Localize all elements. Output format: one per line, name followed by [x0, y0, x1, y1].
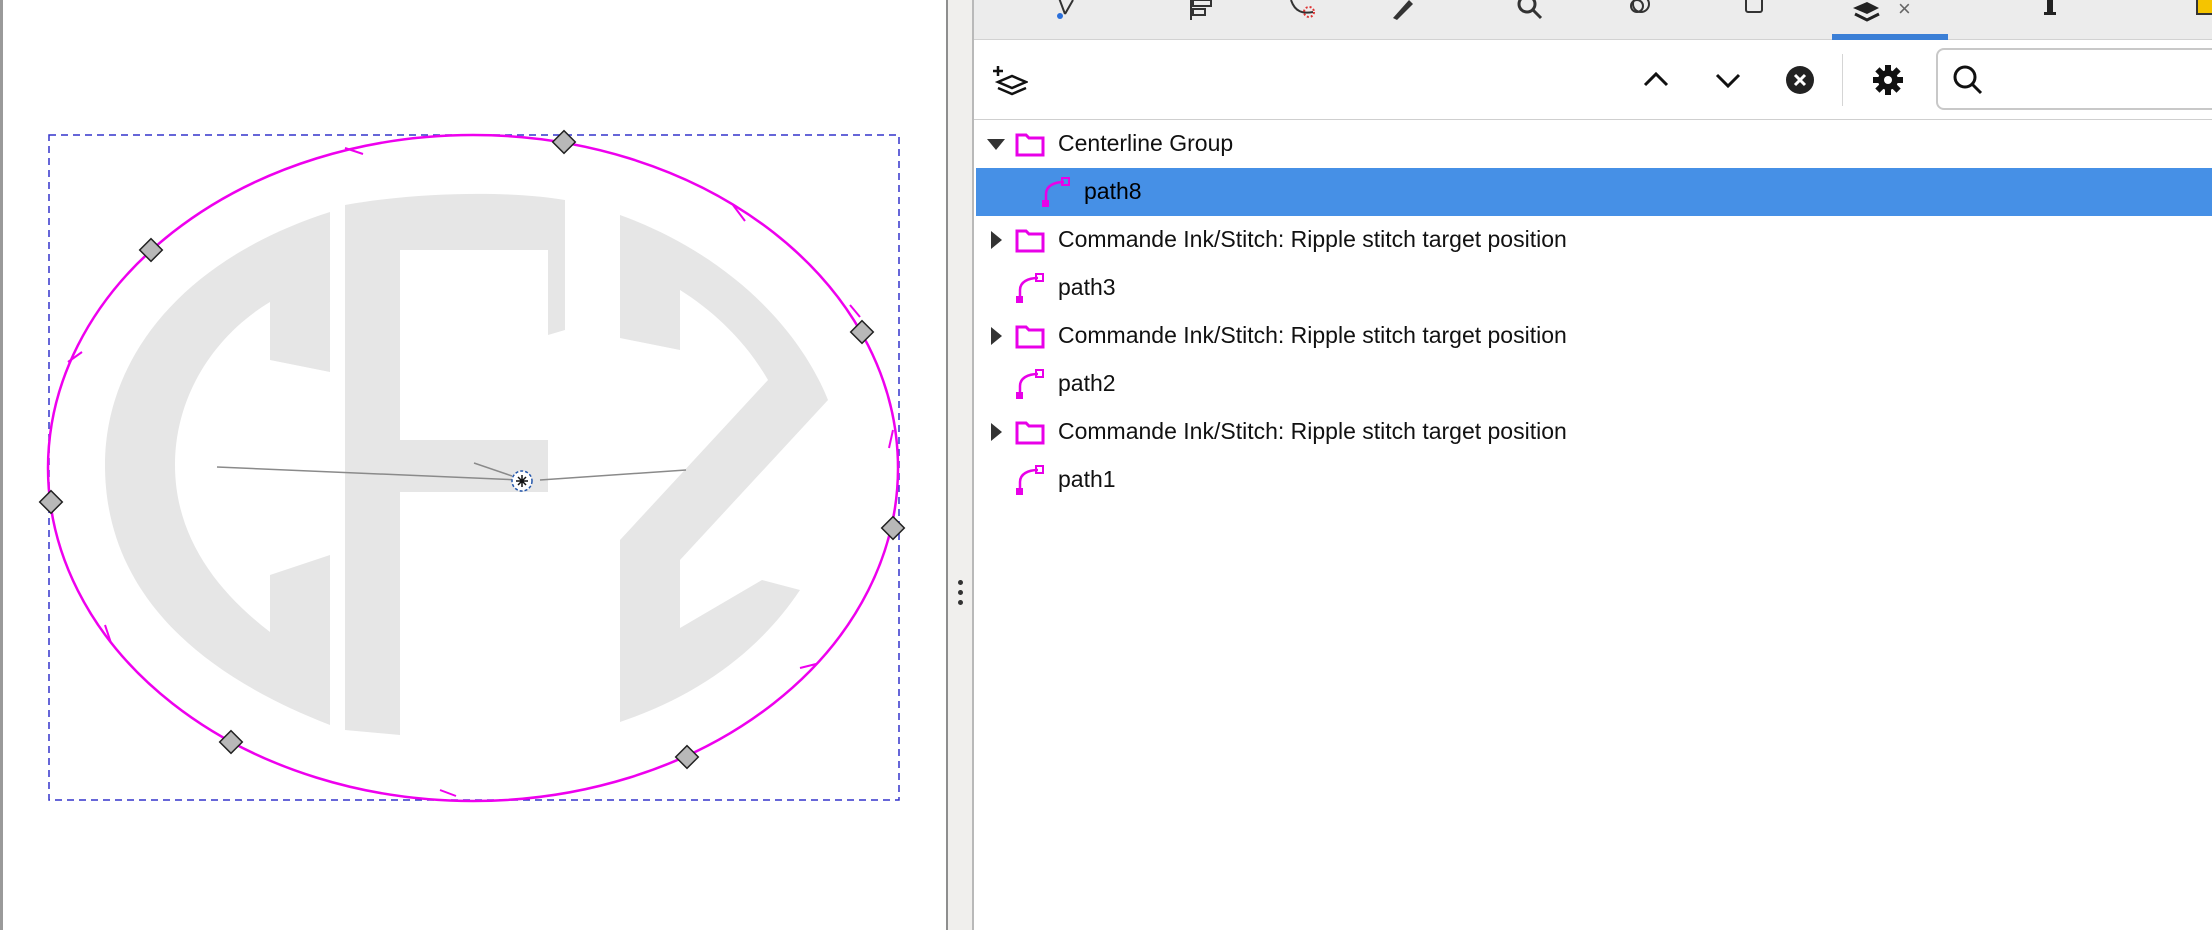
pane-divider[interactable]	[946, 0, 972, 930]
find-replace-icon	[1517, 0, 1543, 20]
tab-path-effects[interactable]	[1272, 0, 1332, 38]
tree-row-label: path1	[1058, 466, 1116, 492]
logo-letter-f	[345, 193, 565, 736]
path-icon	[1016, 465, 1044, 495]
layers-objects-icon	[1853, 2, 1880, 22]
expander-collapsed-icon[interactable]	[984, 324, 1008, 348]
expander-expanded-icon[interactable]	[984, 132, 1008, 156]
tree-row-group[interactable]: Commande Ink/Stitch: Ripple stitch targe…	[976, 312, 2212, 360]
folder-icon	[1015, 421, 1045, 445]
drawing-canvas[interactable]	[0, 0, 946, 930]
search-field[interactable]	[1936, 48, 2212, 110]
node-handle	[551, 129, 577, 155]
path-icon	[1016, 369, 1044, 399]
node-handle	[849, 319, 875, 345]
node-editor-icon	[1057, 0, 1074, 19]
logo-letter-c	[105, 212, 330, 725]
tree-row-path[interactable]: path8	[976, 168, 2212, 216]
tab-align-distribute[interactable]	[1172, 0, 1232, 38]
tree-row-label: Commande Ink/Stitch: Ripple stitch targe…	[1058, 226, 1567, 252]
symbols-icon	[1630, 0, 1650, 13]
toolbar-separator	[1842, 54, 1843, 106]
folder-icon	[1015, 325, 1045, 349]
tab-document-properties[interactable]	[1724, 0, 1784, 38]
path-icon	[1042, 177, 1070, 207]
search-input[interactable]	[1994, 60, 2212, 100]
canvas-drawing[interactable]	[0, 0, 946, 930]
tree-row-label: path2	[1058, 370, 1116, 396]
gear-icon	[1873, 65, 1903, 95]
node-handle	[880, 515, 906, 541]
move-down-button[interactable]	[1706, 58, 1750, 102]
logo-artwork	[105, 193, 828, 736]
tree-row-label: Centerline Group	[1058, 130, 1234, 156]
tab-layers-objects[interactable]: ×	[1832, 0, 1948, 40]
path-icon	[1016, 273, 1044, 303]
tree-row-label: Commande Ink/Stitch: Ripple stitch targe…	[1058, 322, 1567, 348]
export-icon	[2196, 0, 2212, 15]
settings-button[interactable]	[1866, 58, 1910, 102]
add-layer-icon	[993, 66, 1028, 96]
node-handle	[674, 744, 700, 770]
rotation-center-marker	[511, 470, 533, 492]
tree-row-label: path3	[1058, 274, 1116, 300]
tree-row-group[interactable]: Commande Ink/Stitch: Ripple stitch targe…	[976, 408, 2212, 456]
tab-symbols[interactable]	[1610, 0, 1670, 38]
drag-handle-icon[interactable]	[956, 580, 964, 610]
tree-row-path[interactable]: path1	[976, 456, 2212, 504]
chevron-down-icon	[1715, 73, 1741, 89]
expander-collapsed-icon[interactable]	[984, 228, 1008, 252]
folder-icon	[1015, 133, 1045, 157]
folder-icon	[1015, 229, 1045, 253]
tree-row-path[interactable]: path2	[976, 360, 2212, 408]
tab-export[interactable]	[2174, 0, 2212, 38]
expander-collapsed-icon[interactable]	[984, 420, 1008, 444]
tree-row-group[interactable]: Commande Ink/Stitch: Ripple stitch targe…	[976, 216, 2212, 264]
object-tree[interactable]: Centerline Group path8 Commande Ink/Stit…	[974, 120, 2212, 930]
tab-fill-stroke[interactable]	[1372, 0, 1432, 38]
text-font-icon	[2044, 0, 2056, 15]
search-icon	[1953, 65, 1983, 95]
layers-objects-dock: × Centerline Group path8 Commande Ink/St…	[972, 0, 2212, 930]
dock-tab-bar: ×	[974, 0, 2212, 40]
node-handle	[38, 489, 64, 515]
tree-row-group[interactable]: Centerline Group	[976, 120, 2212, 168]
layers-toolbar	[974, 40, 2212, 120]
document-properties-icon	[1745, 0, 1763, 13]
tab-find-replace[interactable]	[1500, 0, 1560, 38]
tree-row-label: Commande Ink/Stitch: Ripple stitch targe…	[1058, 418, 1567, 444]
remove-circle-icon	[1786, 66, 1814, 94]
remove-button[interactable]	[1778, 58, 1822, 102]
tab-text-font[interactable]	[2020, 0, 2080, 38]
path-effects-icon	[1290, 0, 1315, 18]
fill-stroke-icon	[1393, 0, 1413, 20]
logo-letter-z	[620, 215, 828, 722]
node-handle	[218, 729, 244, 755]
tree-row-label: path8	[1084, 178, 1142, 204]
tab-node-editor[interactable]	[1036, 0, 1096, 38]
tree-row-path[interactable]: path3	[976, 264, 2212, 312]
close-tab-icon[interactable]: ×	[1898, 0, 1911, 22]
align-distribute-icon	[1190, 0, 1212, 20]
chevron-up-icon	[1643, 71, 1669, 87]
move-up-button[interactable]	[1634, 58, 1678, 102]
add-layer-button[interactable]	[988, 58, 1032, 102]
